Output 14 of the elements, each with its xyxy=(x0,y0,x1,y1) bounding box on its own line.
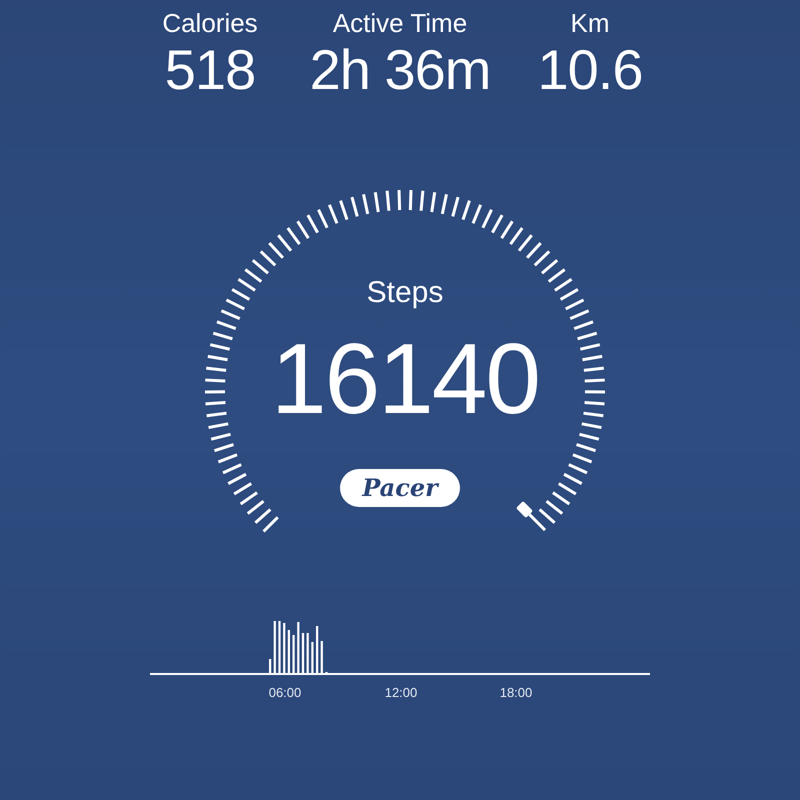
stat-value: 2h 36m xyxy=(310,39,490,101)
stat-value: 518 xyxy=(164,39,256,101)
stat-label: Active Time xyxy=(332,8,468,40)
axis-label: 06:00 xyxy=(268,684,302,702)
activity-bars xyxy=(269,621,328,674)
stat-value: 10.6 xyxy=(538,39,642,101)
axis-label: 12:00 xyxy=(384,684,418,702)
stat-label: Km xyxy=(570,8,610,40)
gauge-indicator xyxy=(516,501,546,532)
stat-label: Calories xyxy=(162,8,258,40)
axis-label: 18:00 xyxy=(500,684,532,702)
steps-label: Steps xyxy=(366,275,444,311)
steps-count: 16140 xyxy=(270,329,540,429)
logo: Pacer xyxy=(340,469,460,507)
